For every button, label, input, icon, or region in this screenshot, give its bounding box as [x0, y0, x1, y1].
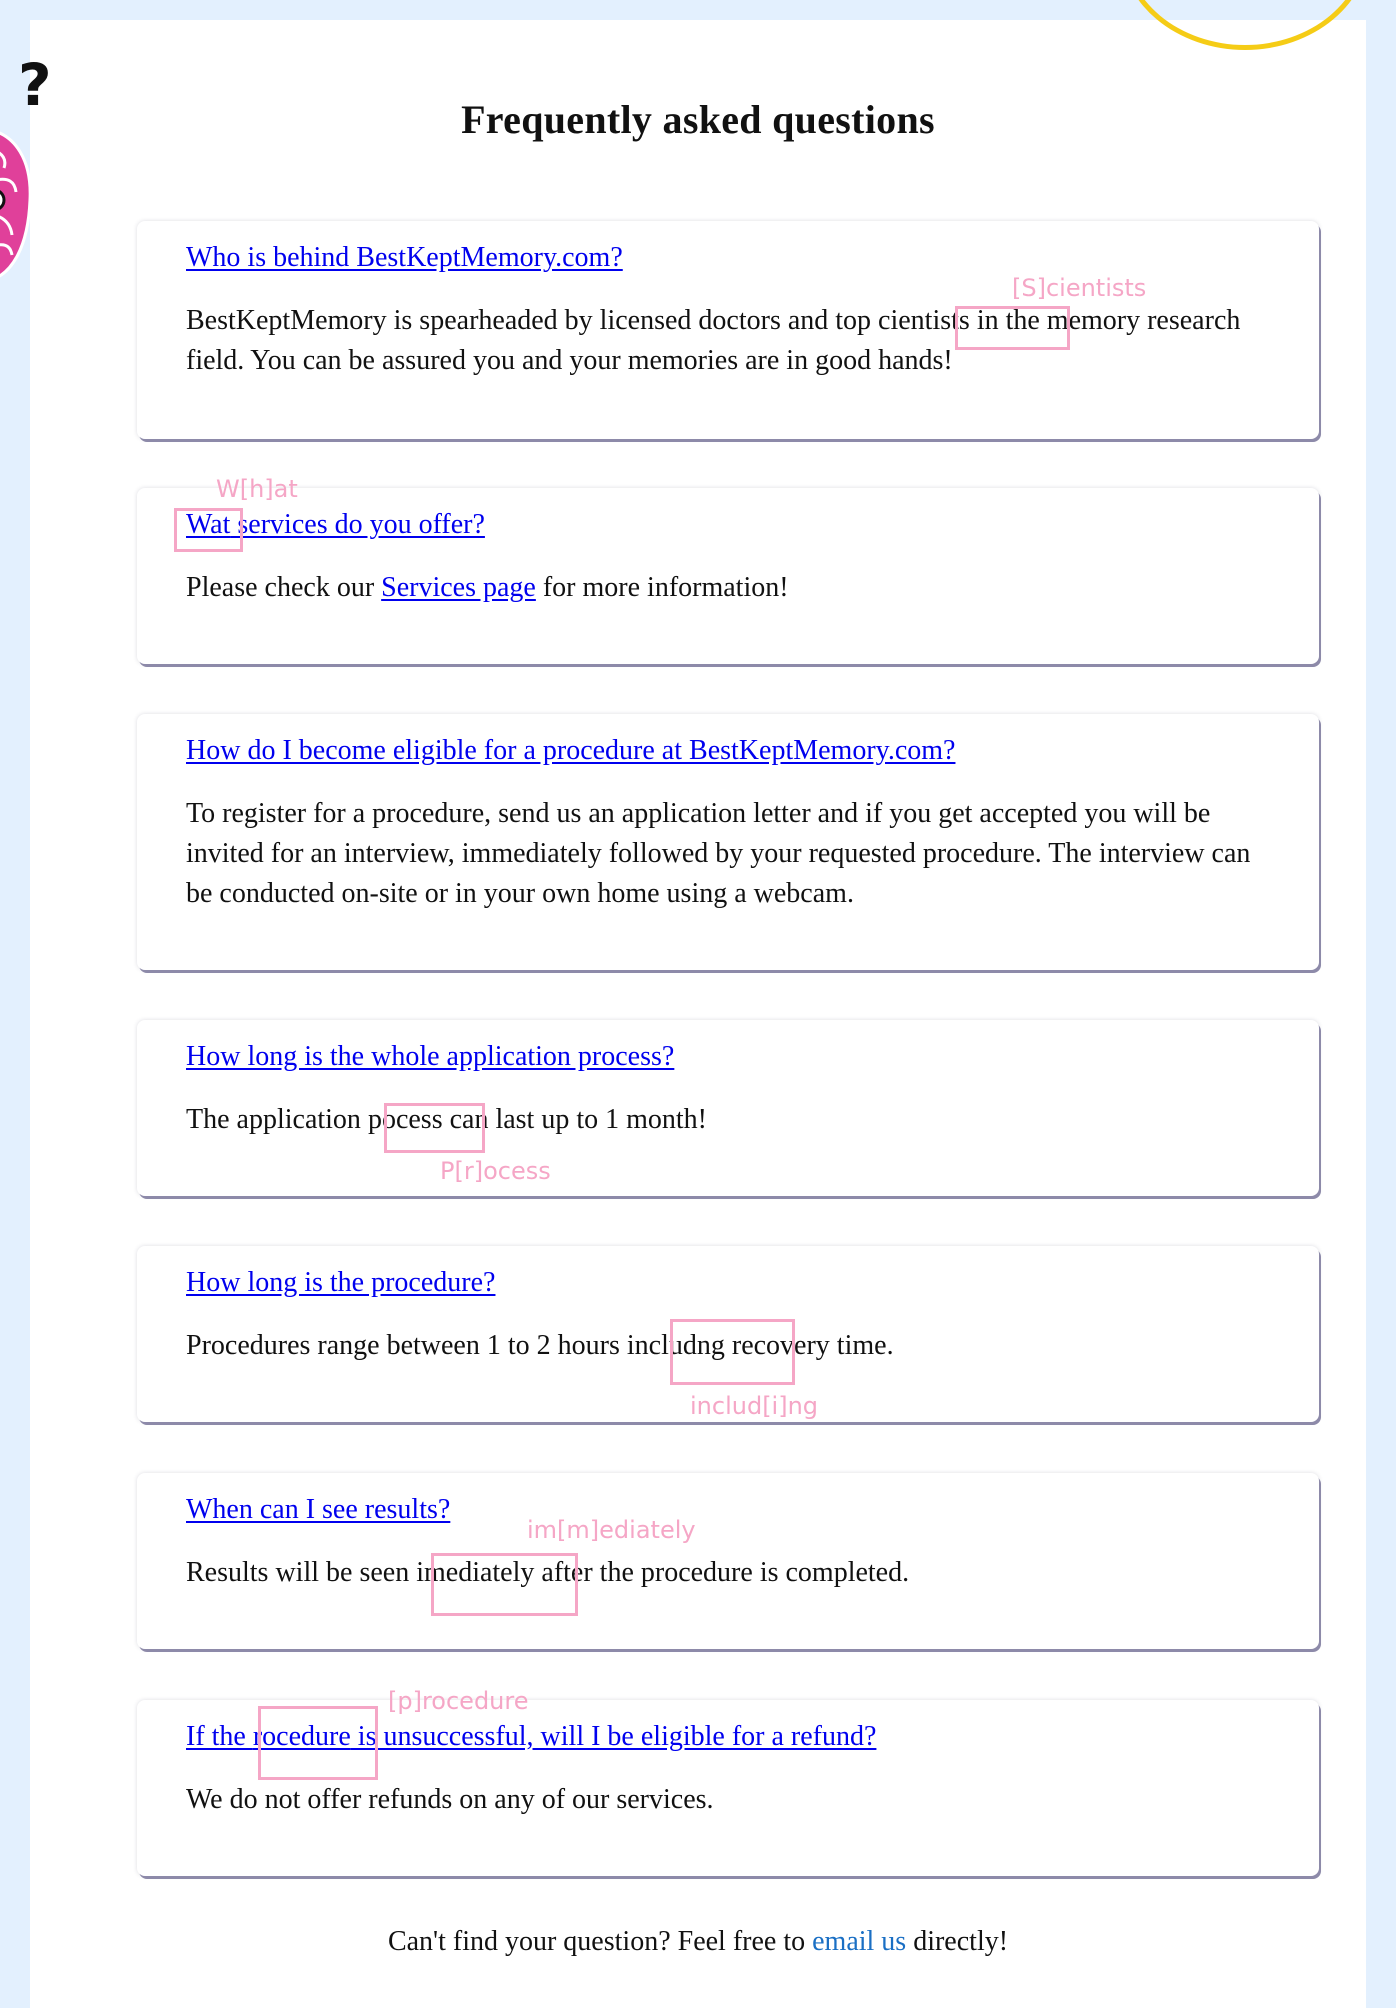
- correction-note: im[m]ediately: [527, 1516, 696, 1544]
- faq-question-3[interactable]: How do I become eligible for a procedure…: [186, 734, 955, 768]
- answer-text: Procedures range between 1 to 2 hours: [186, 1330, 627, 1361]
- faq-question-6[interactable]: When can I see results?: [186, 1493, 450, 1527]
- error-highlight-box: [258, 1706, 378, 1780]
- brain-mascot-icon: ?: [0, 51, 50, 278]
- faq-question-4[interactable]: How long is the whole application proces…: [186, 1040, 674, 1074]
- error-highlight-box: [431, 1553, 578, 1616]
- footer-text: directly!: [906, 1926, 1009, 1957]
- answer-text: BestKeptMemory is spearheaded by license…: [186, 305, 879, 336]
- faq-answer-7: We do not offer refunds on any of our se…: [186, 1784, 714, 1815]
- correction-note: [p]rocedure: [388, 1687, 529, 1715]
- question-text: is unsuccessful, will I be eligible for …: [350, 1721, 877, 1752]
- faq-card-3: How do I become eligible for a procedure…: [137, 714, 1319, 970]
- faq-answer-2: Please check our Services page for more …: [186, 568, 1269, 608]
- correction-note: includ[i]ng: [690, 1392, 819, 1420]
- faq-card-1: Who is behind BestKeptMemory.com? BestKe…: [137, 221, 1319, 439]
- faq-question-1[interactable]: Who is behind BestKeptMemory.com?: [186, 241, 623, 275]
- faq-answer-6: Results will be seen imediately after th…: [186, 1553, 1269, 1593]
- answer-text: after the procedure is completed.: [534, 1557, 910, 1588]
- answer-text: The application: [186, 1104, 368, 1135]
- answer-text: Results will be seen: [186, 1557, 417, 1588]
- footer-contact-line: Can't find your question? Feel free to e…: [0, 1926, 1396, 1958]
- answer-text: Please check our: [186, 572, 382, 603]
- services-page-link[interactable]: Services page: [381, 572, 536, 603]
- correction-note: [S]cientists: [1012, 274, 1147, 302]
- email-us-link[interactable]: email us: [812, 1926, 906, 1957]
- correction-note: P[r]ocess: [440, 1157, 551, 1185]
- error-highlight-box: [384, 1103, 485, 1153]
- faq-card-6: When can I see results? Results will be …: [137, 1473, 1319, 1649]
- faq-card-2: Wat services do you offer? Please check …: [137, 488, 1319, 664]
- faq-answer-3: To register for a procedure, send us an …: [186, 798, 1251, 909]
- question-text: services do you offer?: [230, 509, 485, 540]
- faq-answer-1: BestKeptMemory is spearheaded by license…: [186, 301, 1269, 381]
- correction-note: W[h]at: [216, 475, 298, 503]
- faq-card-4: How long is the whole application proces…: [137, 1020, 1319, 1196]
- question-text: If the: [186, 1721, 253, 1752]
- answer-text: for more information!: [535, 572, 789, 603]
- error-highlight-box: [174, 508, 243, 552]
- error-highlight-box: [955, 306, 1070, 350]
- error-highlight-box: [670, 1319, 795, 1385]
- faq-question-5[interactable]: How long is the procedure?: [186, 1266, 495, 1300]
- footer-text: Can't find your question? Feel free to: [387, 1926, 813, 1957]
- page-title: Frequently asked questions: [461, 97, 935, 142]
- faq-answer-4: The application pocess can last up to 1 …: [186, 1100, 1269, 1140]
